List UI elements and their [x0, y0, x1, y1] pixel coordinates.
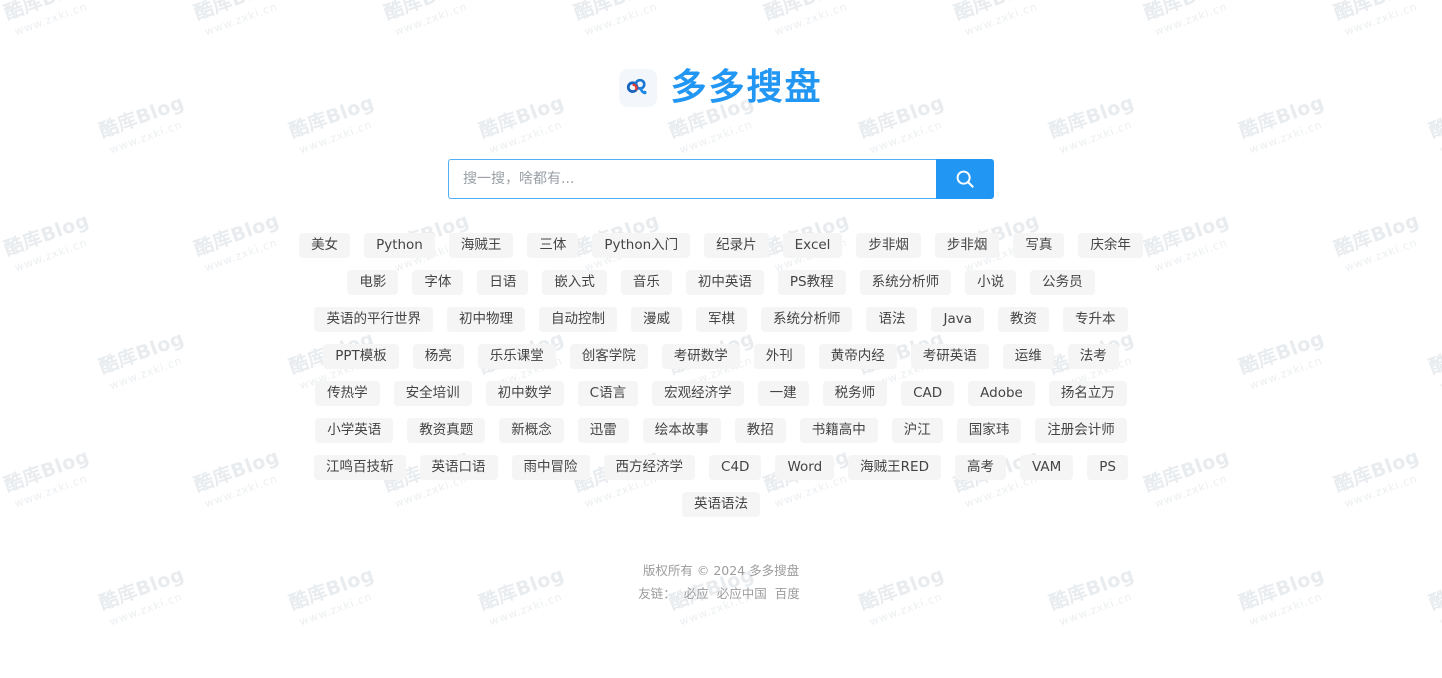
hot-tag[interactable]: 传热学 [315, 381, 380, 406]
search-form [448, 159, 994, 199]
hot-tag[interactable]: 雨中冒险 [511, 455, 590, 480]
friend-link[interactable]: 必应 [684, 586, 709, 601]
hot-tag[interactable]: 步非烟 [856, 233, 921, 258]
hot-tag[interactable]: Word [775, 455, 835, 480]
hot-tag[interactable]: CAD [901, 381, 955, 406]
cloud-disk-icon [619, 69, 658, 107]
hot-tag[interactable]: 音乐 [620, 270, 672, 295]
hot-tag-list: 美女 Python 海贼王 三体 Python入门 纪录片 Excel 步非烟 步非烟 写真 庆余年… [291, 233, 1151, 517]
page-content: 多多搜盘 美女 Python 海贼王三体 Python入门纪录片 Excel 步非烟步非烟… [0, 0, 1442, 605]
hot-tag[interactable]: 系统分析师 [859, 270, 952, 295]
site-footer: 版权所有 © 2024 多多搜盘 友链： 必应 必应中国 百度 [638, 560, 804, 605]
hot-tag[interactable]: 教资 [998, 307, 1050, 332]
friend-link[interactable]: 必应中国 [717, 586, 767, 601]
hot-tag[interactable]: 海贼王 [448, 233, 514, 258]
hot-tag[interactable]: 步非烟 [934, 233, 1000, 258]
hot-tag[interactable]: 乐乐课堂 [477, 344, 556, 369]
friend-links-label: 友链： [638, 586, 676, 601]
hot-tag[interactable]: Python [364, 233, 435, 258]
hot-tag[interactable]: 嵌入式 [542, 270, 607, 295]
search-input[interactable] [448, 159, 936, 199]
hot-tag[interactable]: 一建 [757, 381, 809, 406]
hot-tag[interactable]: 初中数学 [485, 381, 564, 406]
hot-tag[interactable]: 考研英语 [910, 344, 989, 369]
hot-tag[interactable]: 初中英语 [685, 270, 764, 295]
hot-tag[interactable]: 创客学院 [569, 344, 648, 369]
hot-tag[interactable]: 自动控制 [538, 307, 617, 332]
hot-tag[interactable]: 漫威 [630, 307, 682, 332]
hot-tag[interactable]: 书籍高中 [799, 418, 878, 443]
hot-tag[interactable]: 系统分析师 [760, 307, 853, 332]
hot-tag[interactable]: 小说 [965, 270, 1017, 295]
hot-tag[interactable]: 黄帝内经 [818, 344, 897, 369]
hot-tag[interactable]: 教资真题 [407, 418, 486, 443]
hot-tag[interactable]: 外刊 [753, 344, 805, 369]
hot-tag[interactable]: 电影 [347, 270, 399, 295]
hot-tag[interactable]: PS [1087, 455, 1128, 480]
hot-tag[interactable]: 三体 [527, 233, 579, 258]
hot-tag[interactable]: 宏观经济学 [652, 381, 744, 406]
page-root: 酷库Blogwww.zxki.cn酷库Blogwww.zxki.cn酷库Blog… [0, 0, 1442, 678]
hot-tag[interactable]: 海贼王RED [848, 455, 941, 480]
hot-tag[interactable]: 法考 [1067, 344, 1119, 369]
hot-tag[interactable]: 考研数学 [661, 344, 740, 369]
hot-tag[interactable]: 迅雷 [577, 418, 629, 443]
hot-tag[interactable]: 英语语法 [682, 492, 760, 517]
hot-tag[interactable]: 税务师 [822, 381, 888, 406]
hot-tag[interactable]: PPT模板 [323, 344, 399, 369]
hot-tag[interactable]: 沪江 [891, 418, 943, 443]
hot-tag[interactable]: 杨亮 [412, 344, 464, 369]
hot-tag[interactable]: PS教程 [777, 270, 846, 295]
search-button[interactable] [936, 159, 994, 199]
hot-tag[interactable]: 绘本故事 [642, 418, 721, 443]
site-title: 多多搜盘 [670, 67, 823, 108]
hot-tag[interactable]: 新概念 [499, 418, 564, 443]
hot-tag[interactable]: 扬名立万 [1048, 381, 1127, 406]
hot-tag[interactable]: 纪录片 [704, 233, 769, 258]
hot-tag[interactable]: 江鸣百技斩 [314, 455, 406, 480]
hot-tag[interactable]: 安全培训 [393, 381, 472, 406]
hot-tag[interactable]: 英语口语 [419, 455, 498, 480]
hot-tag[interactable]: 运维 [1002, 344, 1054, 369]
hot-tag[interactable]: VAM [1019, 455, 1074, 480]
hot-tag[interactable]: 公务员 [1030, 270, 1095, 295]
site-logo[interactable]: 多多搜盘 [619, 62, 822, 114]
copyright-text: 版权所有 © 2024 多多搜盘 [642, 563, 800, 578]
hot-tag[interactable]: 写真 [1013, 233, 1065, 258]
hot-tag[interactable]: 国家玮 [956, 418, 1022, 443]
hot-tag[interactable]: Python入门 [592, 233, 691, 258]
hot-tag[interactable]: 西方经济学 [603, 455, 696, 480]
hot-tag[interactable]: 初中物理 [446, 307, 525, 332]
hot-tag[interactable]: 专升本 [1063, 307, 1128, 332]
hot-tag[interactable]: Excel [782, 233, 843, 258]
hot-tag[interactable]: 语法 [866, 307, 918, 332]
hot-tag[interactable]: 教招 [734, 418, 786, 443]
friend-link[interactable]: 百度 [775, 586, 800, 601]
hot-tag[interactable]: 庆余年 [1078, 233, 1143, 258]
hot-tag[interactable]: 注册会计师 [1035, 418, 1127, 443]
hot-tag[interactable]: Adobe [968, 381, 1035, 406]
hot-tag[interactable]: 日语 [477, 270, 529, 295]
hot-tag[interactable]: 小学英语 [315, 418, 394, 443]
hot-tag[interactable]: Java [931, 307, 985, 332]
hot-tag[interactable]: 高考 [954, 455, 1006, 480]
hot-tag[interactable]: C语言 [577, 381, 639, 406]
search-icon [954, 168, 976, 190]
friend-links: 友链： 必应 必应中国 百度 [638, 583, 804, 605]
hot-tag[interactable]: 英语的平行世界 [314, 307, 433, 332]
hot-tag[interactable]: 美女 [299, 233, 351, 258]
hot-tag[interactable]: C4D [709, 455, 762, 480]
hot-tag[interactable]: 军棋 [695, 307, 747, 332]
hot-tag[interactable]: 字体 [412, 270, 464, 295]
